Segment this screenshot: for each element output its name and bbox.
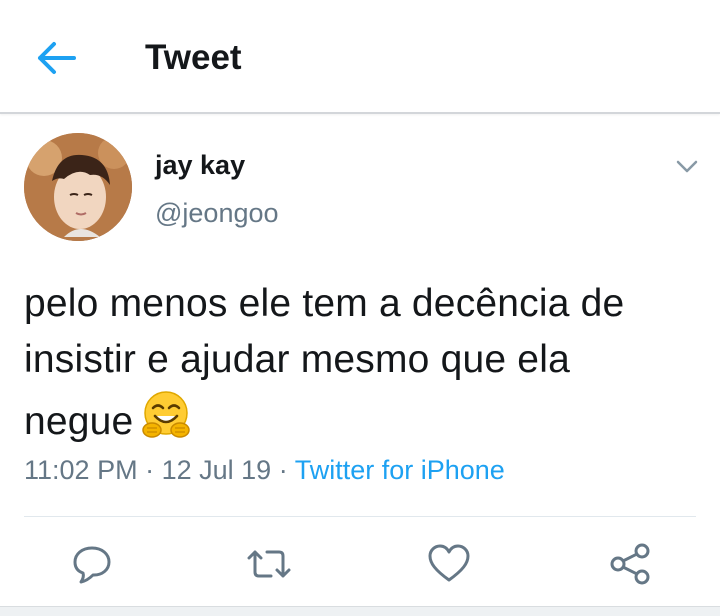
- tweet-source-link[interactable]: Twitter for iPhone: [295, 455, 505, 485]
- share-button[interactable]: [606, 540, 654, 588]
- reply-button[interactable]: [68, 540, 116, 588]
- retweet-icon: [247, 550, 291, 578]
- meta-separator: ·: [278, 455, 288, 485]
- tweet-date: 12 Jul 19: [161, 455, 272, 485]
- share-icon: [610, 543, 650, 585]
- tweet-text-line: pelo menos ele tem a decência de: [24, 282, 625, 325]
- back-button[interactable]: [30, 36, 80, 80]
- tweet-text-segment: negue: [24, 400, 134, 443]
- top-app-bar: Tweet: [0, 0, 720, 114]
- author-display-name[interactable]: jay kay: [155, 150, 245, 181]
- tweet-text: pelo menos ele tem a decência de insisti…: [24, 276, 704, 458]
- tweet-text-line: negue: [24, 388, 704, 458]
- tweet-text-line: insistir e ajudar mesmo que ela: [24, 338, 570, 381]
- divider: [24, 516, 696, 517]
- arrow-left-icon: [38, 42, 76, 74]
- reply-icon: [73, 546, 111, 584]
- tweet-metadata: 11:02 PM · 12 Jul 19 · Twitter for iPhon…: [24, 455, 505, 486]
- author-handle[interactable]: @jeongoo: [155, 198, 279, 229]
- retweet-button[interactable]: [245, 540, 293, 588]
- like-icon: [428, 544, 470, 582]
- like-button[interactable]: [425, 540, 473, 588]
- chevron-down-icon: [676, 160, 698, 173]
- avatar-image: [24, 133, 132, 241]
- avatar[interactable]: [24, 133, 132, 241]
- meta-separator: ·: [145, 455, 155, 485]
- tweet-menu-button[interactable]: [672, 151, 702, 181]
- hugging-face-icon: [139, 388, 193, 458]
- tweet-time: 11:02 PM: [24, 455, 138, 485]
- page-title: Tweet: [145, 38, 242, 77]
